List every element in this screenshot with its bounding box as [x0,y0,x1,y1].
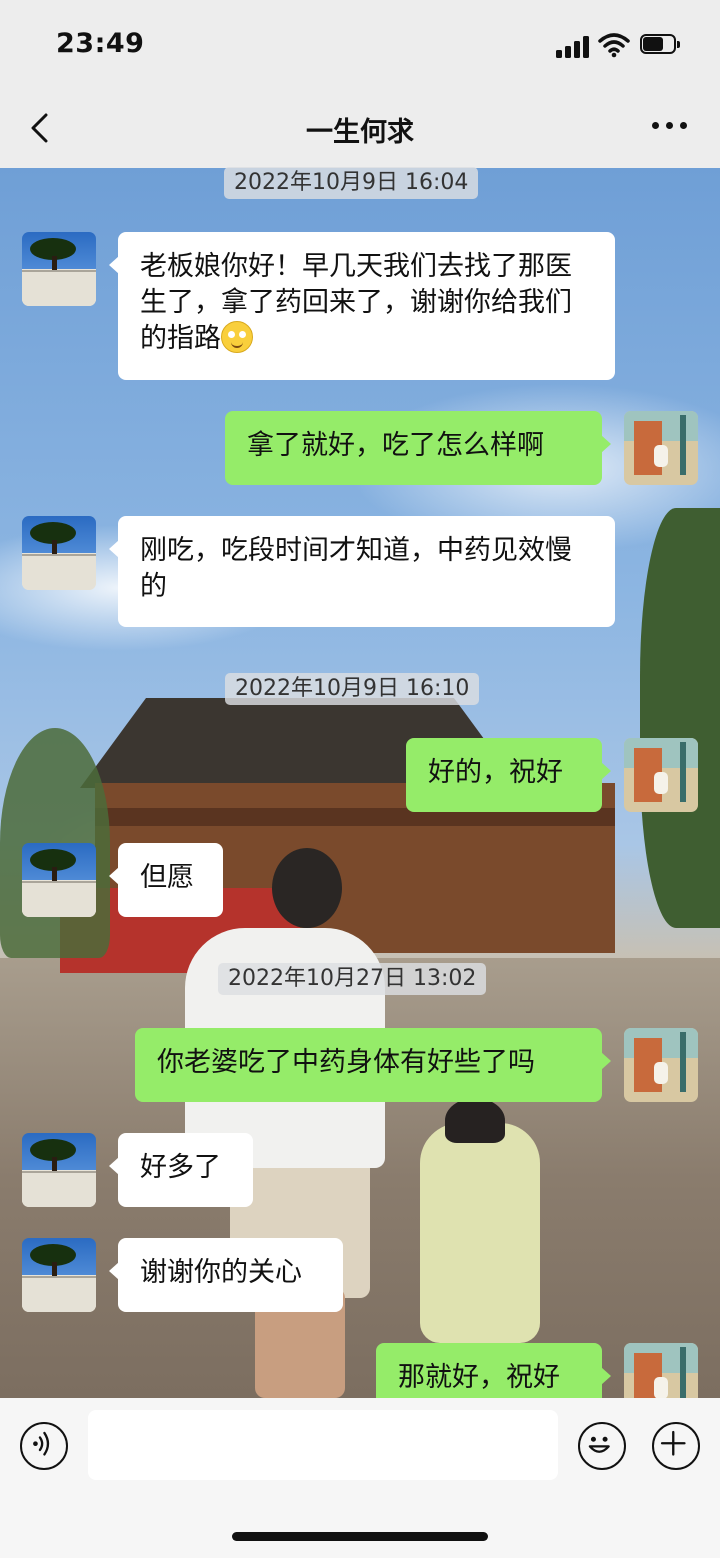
background-child-head [445,1098,505,1143]
my-avatar[interactable] [624,738,698,812]
contact-avatar[interactable] [22,1238,96,1312]
chat-header: 一生何求 [0,90,720,168]
smile-emoji-icon [221,321,253,353]
incoming-message[interactable]: 谢谢你的关心 [109,1238,343,1312]
contact-avatar[interactable] [22,1133,96,1207]
plus-icon [660,1430,686,1456]
battery-icon [640,34,682,56]
voice-button[interactable] [20,1422,68,1470]
message-text: 好的，祝好 [428,757,563,788]
emoji-button[interactable] [578,1422,626,1470]
status-bar: 23:49 [0,0,720,90]
home-indicator [232,1532,488,1541]
contact-avatar[interactable] [22,232,96,306]
chat-title: 一生何求 [306,117,414,148]
my-avatar[interactable] [624,411,698,485]
status-time: 23:49 [56,28,145,59]
contact-avatar[interactable] [22,843,96,917]
outgoing-message[interactable]: 拿了就好，吃了怎么样啊 [225,411,611,485]
background-child [420,1123,540,1343]
background-tree [640,508,720,928]
message-timestamp: 2022年10月9日 16:04 [224,167,479,199]
message-timestamp: 2022年10月9日 16:10 [225,673,480,705]
incoming-message[interactable]: 但愿 [109,843,223,917]
background-person-head [272,848,342,928]
my-avatar[interactable] [624,1028,698,1102]
signal-icon [556,36,590,58]
message-text: 好多了 [140,1152,221,1183]
message-text: 老板娘你好！早几天我们去找了那医生了，拿了药回来了，谢谢你给我们的指路 [140,251,572,354]
message-timestamp: 2022年10月27日 13:02 [218,963,487,995]
message-text: 谢谢你的关心 [140,1257,302,1288]
message-text: 拿了就好，吃了怎么样啊 [247,430,544,461]
emoji-icon [588,1436,610,1453]
voice-icon [33,1431,50,1456]
message-input[interactable] [88,1410,558,1480]
incoming-message[interactable]: 好多了 [109,1133,253,1207]
incoming-message[interactable]: 老板娘你好！早几天我们去找了那医生了，拿了药回来了，谢谢你给我们的指路 [109,232,615,380]
wifi-icon [598,33,630,58]
plus-button[interactable] [652,1422,700,1470]
outgoing-message[interactable]: 你老婆吃了中药身体有好些了吗 [135,1028,611,1102]
message-text: 但愿 [140,862,194,893]
contact-avatar[interactable] [22,516,96,590]
input-bar [0,1398,720,1558]
incoming-message[interactable]: 刚吃，吃段时间才知道，中药见效慢的 [109,516,615,627]
message-text: 那就好，祝好 [398,1362,560,1393]
more-dots-icon[interactable] [652,122,688,132]
message-text: 刚吃，吃段时间才知道，中药见效慢的 [140,535,572,602]
message-text: 你老婆吃了中药身体有好些了吗 [157,1047,535,1078]
outgoing-message[interactable]: 好的，祝好 [406,738,611,812]
